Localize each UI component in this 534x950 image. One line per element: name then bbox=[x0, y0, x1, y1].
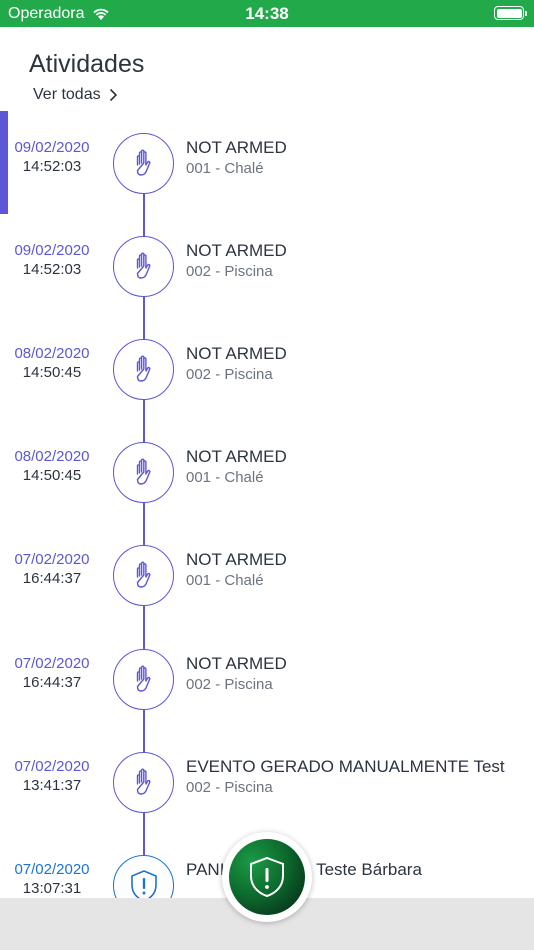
activity-title: NOT ARMED bbox=[186, 447, 287, 466]
activity-time: 14:52:03 bbox=[22, 261, 82, 278]
see-all-label: Ver todas bbox=[33, 86, 101, 103]
activity-subtitle: 002 - Piscina bbox=[186, 263, 273, 280]
activity-title-suffix: - Teste Bárbara bbox=[306, 860, 422, 879]
activity-time: 14:50:45 bbox=[22, 467, 82, 484]
activity-date: 09/02/2020 bbox=[14, 242, 90, 259]
hand-icon bbox=[113, 236, 174, 297]
activity-item[interactable]: 07/02/2020 13:41:37 EVENTO GERADO MANUALME… bbox=[0, 750, 534, 813]
see-all-link[interactable]: Ver todas bbox=[33, 86, 118, 104]
activity-time: 16:44:37 bbox=[22, 570, 82, 587]
activity-date: 07/02/2020 bbox=[14, 758, 90, 775]
page-title: Atividades bbox=[29, 50, 145, 78]
activity-item[interactable]: 09/02/2020 14:52:03 NOT ARMED 002 - Piscina bbox=[0, 234, 534, 297]
activity-subtitle: 002 - Piscina bbox=[186, 366, 273, 383]
activity-time: 13:07:31 bbox=[22, 880, 82, 897]
activity-subtitle: 001 - Chalé bbox=[186, 160, 264, 177]
panic-button[interactable] bbox=[222, 832, 312, 922]
activity-date: 08/02/2020 bbox=[14, 345, 90, 362]
activity-date: 07/02/2020 bbox=[14, 861, 90, 878]
shield-alert-icon bbox=[250, 856, 284, 898]
activity-item[interactable]: 08/02/2020 14:50:45 NOT ARMED 002 - Piscina bbox=[0, 337, 534, 400]
activity-time: 16:44:37 bbox=[22, 674, 82, 691]
activity-title: NOT ARMED bbox=[186, 550, 287, 569]
panic-button-inner bbox=[229, 839, 305, 915]
status-bar: Operadora 14:38 bbox=[0, 0, 534, 27]
activity-date: 09/02/2020 bbox=[14, 139, 90, 156]
activity-title: NOT ARMED bbox=[186, 138, 287, 157]
hand-icon bbox=[113, 133, 174, 194]
activity-date: 08/02/2020 bbox=[14, 448, 90, 465]
activity-time: 13:41:37 bbox=[22, 777, 82, 794]
activity-item[interactable]: 07/02/2020 16:44:37 NOT ARMED 002 - Piscina bbox=[0, 647, 534, 710]
activity-title: PANI bbox=[186, 860, 225, 879]
hand-icon bbox=[113, 545, 174, 606]
activity-title: EVENTO GERADO MANUALMENTE Test bbox=[186, 757, 505, 776]
activity-date: 07/02/2020 bbox=[14, 655, 90, 672]
chevron-right-icon bbox=[109, 88, 117, 102]
activity-title: NOT ARMED bbox=[186, 654, 287, 673]
hand-icon bbox=[113, 442, 174, 503]
activity-item[interactable]: 08/02/2020 14:50:45 NOT ARMED 001 - Chalé bbox=[0, 440, 534, 503]
activity-time: 14:52:03 bbox=[22, 158, 82, 175]
hand-icon bbox=[113, 339, 174, 400]
activity-subtitle: 001 - Chalé bbox=[186, 469, 264, 486]
activity-subtitle: 002 - Piscina bbox=[186, 779, 273, 796]
activity-subtitle: 001 - Chalé bbox=[186, 572, 264, 589]
activity-subtitle: 002 - Piscina bbox=[186, 676, 273, 693]
activity-item[interactable]: 07/02/2020 16:44:37 NOT ARMED 001 - Chalé bbox=[0, 543, 534, 606]
hand-icon bbox=[113, 649, 174, 710]
activity-title: NOT ARMED bbox=[186, 344, 287, 363]
status-time: 14:38 bbox=[245, 4, 289, 23]
activity-title: NOT ARMED bbox=[186, 241, 287, 260]
battery-level bbox=[496, 8, 522, 18]
activity-time: 14:50:45 bbox=[22, 364, 82, 381]
activity-date: 07/02/2020 bbox=[14, 551, 90, 568]
hand-icon bbox=[113, 752, 174, 813]
activity-item[interactable]: 09/02/2020 14:52:03 NOT ARMED 001 - Chalé bbox=[0, 131, 534, 194]
battery-icon bbox=[494, 6, 527, 20]
